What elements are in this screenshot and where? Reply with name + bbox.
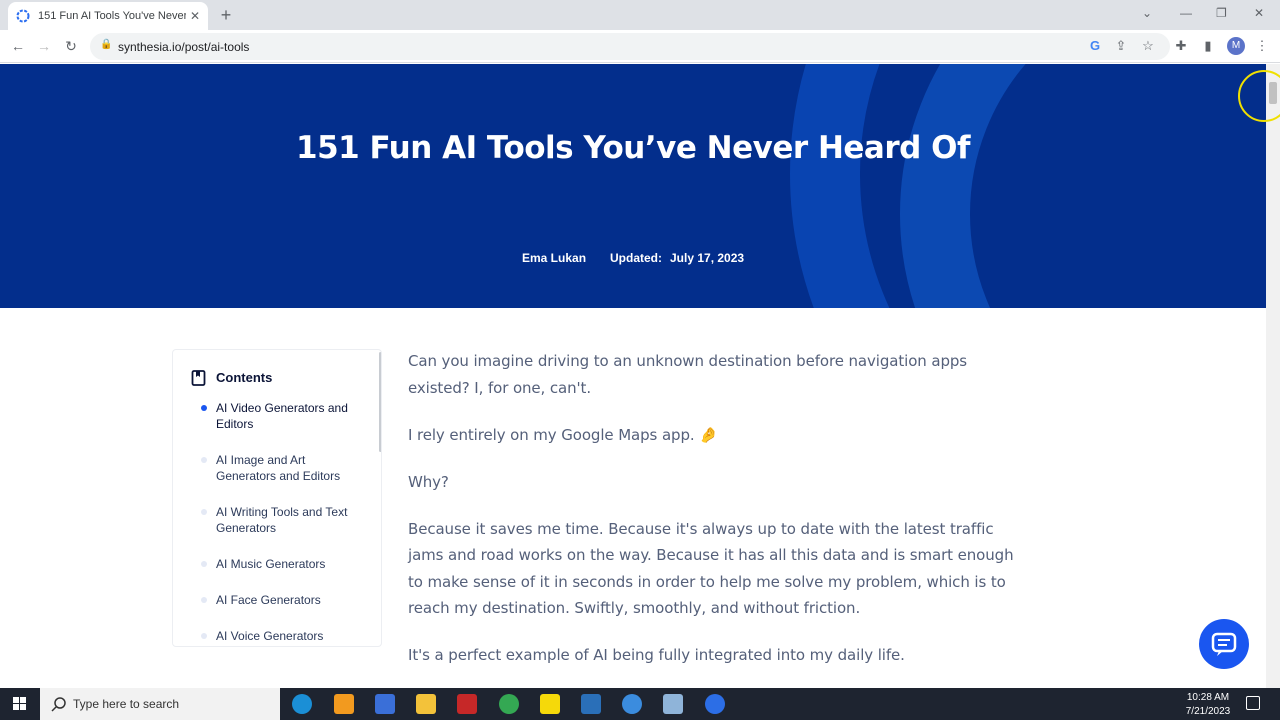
side-panel-icon[interactable]: ▮ [1199, 38, 1217, 54]
app-icon[interactable] [663, 694, 683, 714]
browser-toolbar: ← → ↻ 🔒 synthesia.io/post/ai-tools G ⇪ ☆… [0, 30, 1280, 63]
forward-button[interactable]: → [35, 38, 53, 54]
toc-dot [201, 633, 207, 639]
toc-dot [201, 509, 207, 515]
article-paragraph: Why? [408, 472, 449, 491]
browser-tab[interactable]: 151 Fun AI Tools You've Never H ✕ [8, 2, 208, 30]
chat-icon [1211, 632, 1237, 656]
close-tab-icon[interactable]: ✕ [190, 9, 200, 23]
app-icon[interactable] [581, 694, 601, 714]
google-icon[interactable]: G [1086, 38, 1104, 53]
clock-time: 10:28 AM [1186, 692, 1230, 703]
new-tab-button[interactable]: + [216, 5, 236, 26]
toc-item-music-generators[interactable]: AI Music Generators [216, 556, 366, 572]
article-hero: 151 Fun AI Tools You’ve Never Heard Of E… [0, 64, 1266, 308]
chat-widget-button[interactable] [1199, 619, 1249, 669]
app-icon[interactable] [705, 694, 725, 714]
share-icon[interactable]: ⇪ [1112, 38, 1130, 54]
chrome-icon[interactable] [499, 694, 519, 714]
toc-item-face-generators[interactable]: AI Face Generators [216, 592, 366, 608]
extensions-icon[interactable]: ✚ [1172, 38, 1190, 54]
windows-start-icon[interactable] [0, 688, 40, 720]
toc-dot [201, 561, 207, 567]
taskbar-search[interactable]: Type here to search [40, 688, 280, 720]
article-paragraph: Can you imagine driving to an unknown de… [408, 352, 968, 397]
toc-dot [201, 597, 207, 603]
url-text: synthesia.io/post/ai-tools [118, 40, 250, 54]
app-icon[interactable] [622, 694, 642, 714]
toc-item-voice-generators[interactable]: AI Voice Generators [216, 628, 366, 644]
decorative-arc [900, 64, 1266, 308]
updated-label: Updated: [610, 251, 662, 265]
article-body: Can you imagine driving to an unknown de… [408, 348, 1018, 689]
maximize-button[interactable]: ❐ [1216, 6, 1227, 20]
toc-scrollbar[interactable] [379, 352, 381, 452]
article-paragraph: Because it saves me time. Because it's a… [408, 519, 1014, 618]
tab-search-icon[interactable]: ⌄ [1142, 6, 1152, 20]
system-clock[interactable]: 10:28 AM 7/21/2023 [1180, 691, 1236, 719]
clock-date: 7/21/2023 [1185, 706, 1231, 717]
toc-header: Contents [191, 370, 273, 386]
menu-kebab-icon[interactable]: ⋮ [1253, 38, 1271, 54]
toc-item-video-generators[interactable]: AI Video Generators and Editors [216, 400, 366, 432]
reload-button[interactable]: ↻ [62, 38, 80, 55]
back-button[interactable]: ← [9, 38, 27, 54]
updated-date: July 17, 2023 [670, 251, 745, 265]
minimize-button[interactable]: — [1180, 6, 1192, 20]
synthesia-favicon-icon [16, 9, 30, 23]
table-of-contents: Contents AI Video Generators and Editors… [172, 349, 382, 647]
filezilla-icon[interactable] [457, 694, 477, 714]
edge-icon[interactable] [292, 694, 312, 714]
file-explorer-icon[interactable] [416, 694, 436, 714]
active-indicator [201, 405, 207, 411]
app-icon[interactable] [334, 694, 354, 714]
toc-item-writing-tools[interactable]: AI Writing Tools and Text Generators [216, 504, 366, 536]
tab-strip: 151 Fun AI Tools You've Never H ✕ + ⌄ — … [0, 0, 1280, 30]
sticky-notes-icon[interactable] [540, 694, 560, 714]
lock-icon: 🔒 [100, 39, 113, 50]
address-bar[interactable]: 🔒 synthesia.io/post/ai-tools [90, 33, 1170, 60]
tab-title: 151 Fun AI Tools You've Never H [38, 10, 186, 22]
bookmark-star-icon[interactable]: ☆ [1139, 38, 1157, 54]
article-paragraph: It's a perfect example of AI being fully… [408, 646, 905, 664]
notifications-icon[interactable] [1246, 696, 1260, 710]
toc-dot [201, 457, 207, 463]
close-window-button[interactable]: ✕ [1254, 6, 1264, 20]
toc-item-image-generators[interactable]: AI Image and Art Generators and Editors [216, 452, 366, 484]
article-paragraph: I rely entirely on my Google Maps app. 🤌 [408, 425, 718, 444]
page-scrollbar[interactable] [1266, 64, 1280, 688]
search-placeholder: Type here to search [73, 697, 180, 711]
store-icon[interactable] [375, 694, 395, 714]
author-name[interactable]: Ema Lukan [522, 251, 586, 265]
toc-title: Contents [216, 370, 273, 385]
profile-avatar[interactable]: M [1227, 37, 1245, 55]
windows-taskbar: Type here to search 10:28 AM 7/21/2023 [0, 688, 1280, 720]
page-title: 151 Fun AI Tools You’ve Never Heard Of [296, 130, 970, 166]
book-icon [191, 370, 206, 386]
search-icon [51, 697, 66, 712]
